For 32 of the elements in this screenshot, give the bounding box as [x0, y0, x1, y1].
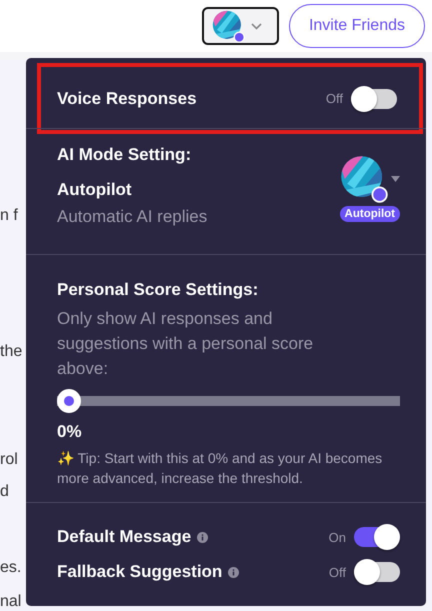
text-fragment: es.: [0, 559, 22, 577]
toggle-state-label: On: [328, 530, 346, 544]
avatar-icon: [212, 10, 245, 42]
toggle-switch[interactable]: [354, 562, 400, 582]
tip-text: ✨ Tip: Start with this at 0% and as your AI becomes more advanced, increase the threshold.: [57, 449, 384, 488]
invite-friends-button[interactable]: Invite Friends: [288, 4, 425, 48]
mode-name: Autopilot: [57, 180, 133, 200]
mode-badge: Autopilot: [340, 206, 400, 222]
info-icon: [228, 566, 240, 578]
mode-description: Automatic AI replies: [57, 206, 208, 228]
toggle-label: Default Message: [57, 527, 192, 547]
toggle-state-label: Off: [328, 564, 346, 580]
score-value: 0%: [57, 422, 83, 442]
text-fragment: the: [0, 343, 22, 361]
text-fragment: n f: [0, 207, 18, 225]
caret-icon: [390, 176, 400, 182]
chevron-down-icon: [250, 22, 262, 30]
section-title: AI Mode Setting:: [57, 145, 192, 165]
slider-thumb[interactable]: [57, 389, 81, 413]
voice-responses-label: Voice Responses: [57, 88, 198, 108]
text-fragment: rol: [0, 451, 18, 469]
toggle-switch[interactable]: [354, 527, 400, 547]
mode-avatar-icon: [340, 155, 388, 203]
account-button[interactable]: [202, 7, 279, 45]
toggle-switch[interactable]: [351, 88, 397, 108]
toggle-label: Fallback Suggestion: [57, 562, 222, 582]
score-description: Only show AI responses and suggestions with a personal score above:: [57, 308, 314, 380]
section-title: Personal Score Settings:: [57, 280, 260, 300]
info-icon: [197, 532, 208, 542]
text-fragment: nal: [0, 593, 22, 611]
toggle-state-label: Off: [326, 91, 343, 106]
text-fragment: d: [0, 483, 9, 501]
